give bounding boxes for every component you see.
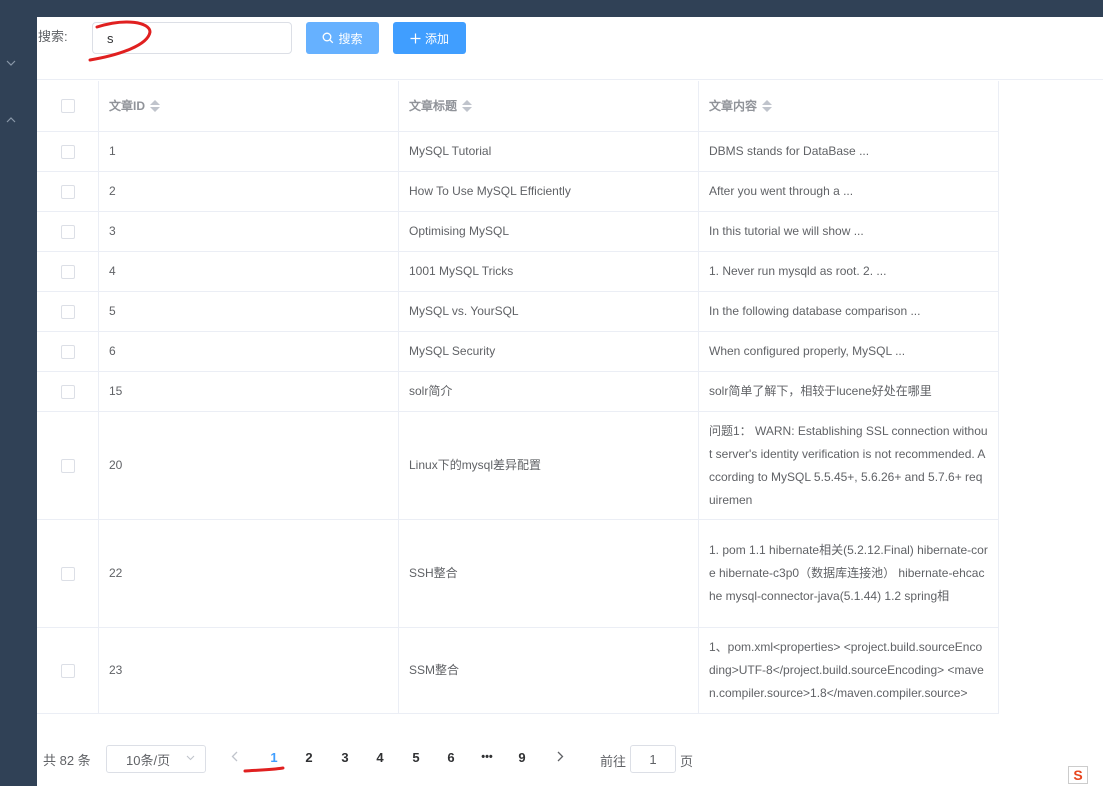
page-3[interactable]: 3 — [335, 750, 355, 765]
top-navbar — [37, 0, 1103, 17]
goto-label: 前往 — [600, 754, 627, 769]
table-row[interactable]: 23 SSM整合 1、pom.xml<properties> <project.bu… — [37, 628, 999, 714]
page-1[interactable]: 1 — [264, 750, 284, 765]
table-row[interactable]: 22 SSH整合 1. pom 1.1 hibernate相关(5.2.12.Fin… — [37, 520, 999, 628]
cell-article-title: MySQL Security — [399, 332, 699, 371]
more-pages-icon[interactable]: ••• — [477, 751, 497, 763]
row-checkbox[interactable] — [60, 566, 75, 581]
pagination: 共 82 条 10条/页 1 2 3 4 5 6 ••• 9 前往 页 — [37, 740, 737, 776]
page-6[interactable]: 6 — [441, 750, 461, 765]
cell-article-id: 20 — [99, 412, 399, 519]
row-checkbox[interactable] — [60, 663, 75, 678]
table-row[interactable]: 15 solr简介 solr简单了解下，相较于lucene好处在哪里 — [37, 372, 999, 412]
articles-table: 文章ID 文章标题 文章内容 1 MySQL Tutorial DBMS stand… — [37, 81, 999, 773]
header-article-content[interactable]: 文章内容 — [699, 81, 999, 131]
table-body: 1 MySQL Tutorial DBMS stands for DataBase … — [37, 132, 999, 773]
cell-article-title: Linux下的mysql差异配置 — [399, 412, 699, 519]
goto-suffix: 页 — [680, 754, 694, 769]
row-checkbox[interactable] — [60, 304, 75, 319]
cell-article-id: 3 — [99, 212, 399, 251]
table-row[interactable]: 6 MySQL Security When configured properly,… — [37, 332, 999, 372]
page-5[interactable]: 5 — [406, 750, 426, 765]
cell-article-id: 2 — [99, 172, 399, 211]
chevron-down-icon[interactable] — [5, 57, 17, 69]
row-checkbox[interactable] — [60, 458, 75, 473]
cell-article-title: How To Use MySQL Efficiently — [399, 172, 699, 211]
select-all-checkbox[interactable] — [60, 99, 75, 113]
total-count: 共 82 条 — [43, 753, 91, 768]
row-checkbox[interactable] — [60, 344, 75, 359]
sort-icon[interactable] — [150, 100, 161, 112]
page-9[interactable]: 9 — [512, 750, 532, 765]
cell-article-title: MySQL vs. YourSQL — [399, 292, 699, 331]
search-button[interactable]: 搜索 — [306, 22, 379, 54]
cell-article-id: 4 — [99, 252, 399, 291]
cell-article-content: DBMS stands for DataBase ... — [699, 132, 999, 171]
row-checkbox[interactable] — [60, 224, 75, 239]
table-row[interactable]: 4 1001 MySQL Tricks 1. Never run mysqld as… — [37, 252, 999, 292]
add-button[interactable]: 添加 — [393, 22, 466, 54]
cell-article-id: 1 — [99, 132, 399, 171]
cell-article-id: 5 — [99, 292, 399, 331]
search-label: 搜索: — [38, 29, 68, 44]
cell-article-content: In this tutorial we will show ... — [699, 212, 999, 251]
table-row[interactable]: 2 How To Use MySQL Efficiently After you w… — [37, 172, 999, 212]
table-row[interactable]: 5 MySQL vs. YourSQL In the following datab… — [37, 292, 999, 332]
cell-article-content: In the following database comparison ... — [699, 292, 999, 331]
plus-icon — [410, 33, 421, 43]
cell-article-content: After you went through a ... — [699, 172, 999, 211]
chevron-up-icon[interactable] — [5, 114, 17, 126]
page-2[interactable]: 2 — [299, 750, 319, 765]
add-button-label: 添加 — [424, 31, 449, 46]
search-button-label: 搜索 — [338, 31, 363, 46]
row-checkbox[interactable] — [60, 264, 75, 279]
cell-article-content: solr简单了解下，相较于lucene好处在哪里 — [699, 372, 999, 411]
cell-article-title: solr简介 — [399, 372, 699, 411]
cell-article-id: 6 — [99, 332, 399, 371]
header-article-id[interactable]: 文章ID — [99, 81, 399, 131]
goto-page-input[interactable] — [630, 745, 676, 773]
cell-article-content: 1. Never run mysqld as root. 2. ... — [699, 252, 999, 291]
next-page-icon[interactable] — [557, 751, 564, 765]
row-checkbox[interactable] — [60, 384, 75, 399]
row-checkbox[interactable] — [60, 184, 75, 199]
page-size-select[interactable]: 10条/页 — [106, 745, 206, 773]
cell-article-content: 1. pom 1.1 hibernate相关(5.2.12.Final) hib… — [699, 520, 999, 627]
cell-article-title: Optimising MySQL — [399, 212, 699, 251]
cell-article-id: 15 — [99, 372, 399, 411]
sort-icon[interactable] — [462, 100, 473, 112]
sort-icon[interactable] — [762, 100, 773, 112]
cell-article-id: 22 — [99, 520, 399, 627]
search-toolbar: 搜索: 搜索 添加 — [37, 17, 1103, 80]
table-row[interactable]: 3 Optimising MySQL In this tutorial we wil… — [37, 212, 999, 252]
cell-article-title: 1001 MySQL Tricks — [399, 252, 699, 291]
header-article-title[interactable]: 文章标题 — [399, 81, 699, 131]
row-checkbox[interactable] — [60, 144, 75, 159]
search-input[interactable] — [92, 22, 292, 54]
search-icon — [323, 32, 334, 44]
table-row[interactable]: 20 Linux下的mysql差异配置 问题1： WARN: Establishin… — [37, 412, 999, 520]
cell-article-id: 23 — [99, 628, 399, 713]
page-4[interactable]: 4 — [370, 750, 390, 765]
cell-article-content: When configured properly, MySQL ... — [699, 332, 999, 371]
cell-article-content: 问题1： WARN: Establishing SSL connection w… — [699, 412, 999, 519]
cell-article-title: SSM整合 — [399, 628, 699, 713]
prev-page-icon[interactable] — [231, 751, 238, 765]
cell-article-title: MySQL Tutorial — [399, 132, 699, 171]
cell-article-content: 1、pom.xml<properties> <project.build.sou… — [699, 628, 999, 713]
ime-sogou-icon[interactable]: S — [1068, 766, 1088, 784]
table-row[interactable]: 1 MySQL Tutorial DBMS stands for DataBase … — [37, 132, 999, 172]
sidebar — [0, 0, 37, 786]
cell-article-title: SSH整合 — [399, 520, 699, 627]
chevron-down-icon — [186, 755, 195, 761]
table-header: 文章ID 文章标题 文章内容 — [37, 81, 999, 132]
